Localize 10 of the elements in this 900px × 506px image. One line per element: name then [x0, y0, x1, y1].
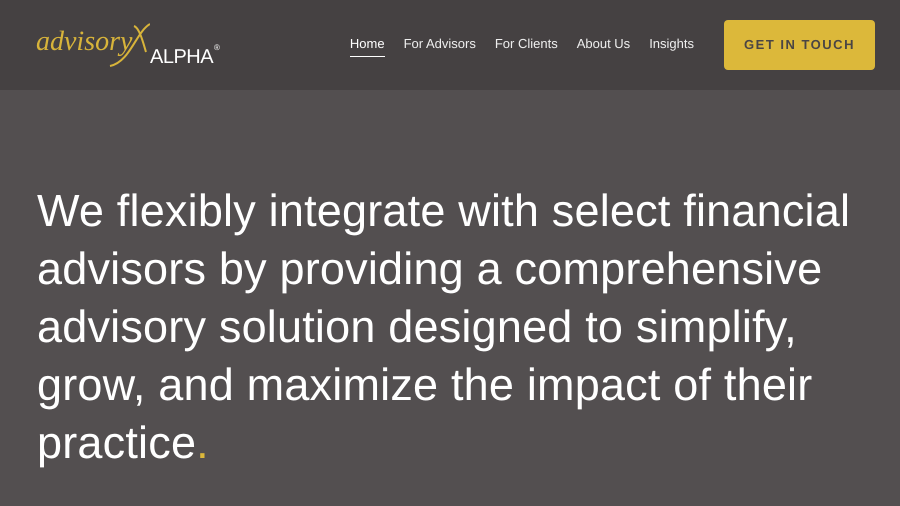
- logo-wordmark: ALPHA: [150, 47, 214, 67]
- nav-link[interactable]: For Clients: [494, 35, 558, 57]
- nav-link[interactable]: Insights: [649, 35, 694, 57]
- logo-script: advisory: [36, 28, 132, 56]
- get-in-touch-button[interactable]: GET IN TOUCH: [724, 20, 875, 70]
- hero-headline: We flexibly integrate with select financial advisors by providing a comprehensive advisory solution designed to simplify, grow, and maximize the impact of their practice.: [37, 184, 852, 470]
- nav-link[interactable]: For Advisors: [404, 35, 476, 57]
- registered-mark: ®: [214, 44, 220, 52]
- nav-link[interactable]: Home: [350, 35, 385, 57]
- nav-link[interactable]: About Us: [576, 35, 630, 57]
